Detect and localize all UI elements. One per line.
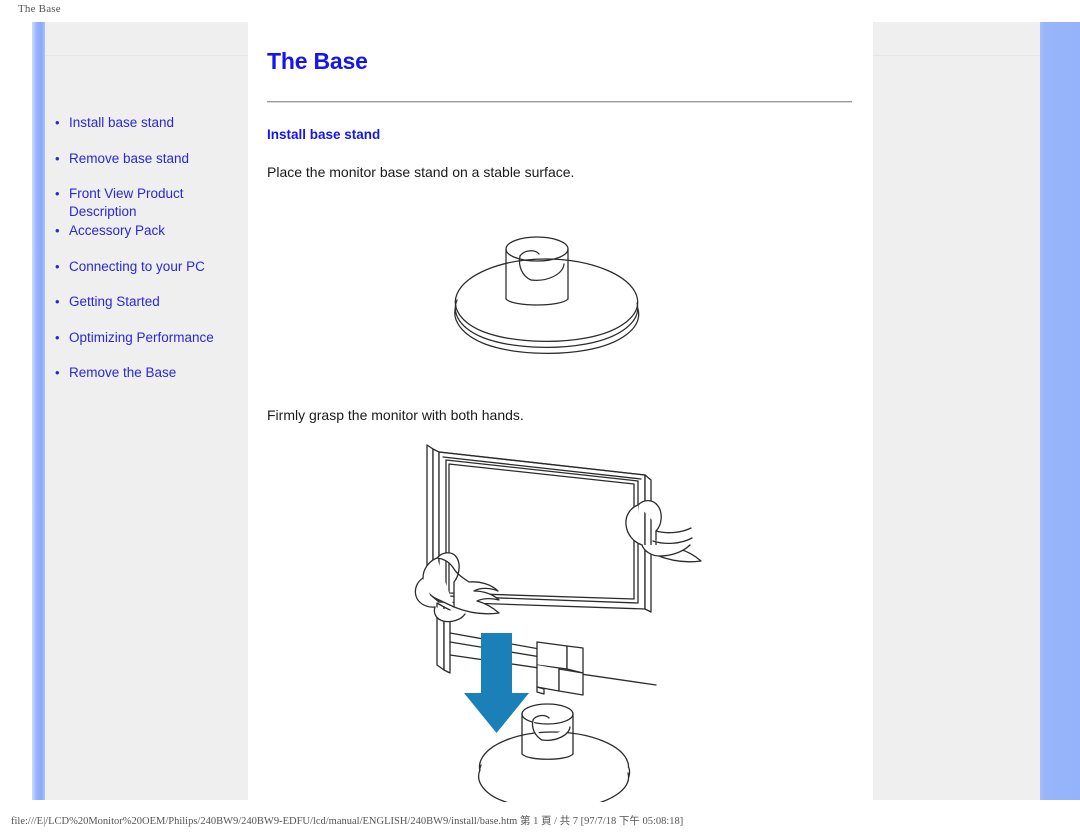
monitor-base-stand-illustration xyxy=(423,222,668,377)
sidebar-item-label: Optimizing Performance xyxy=(69,330,214,345)
bullet-icon: • xyxy=(55,151,60,166)
sidebar-item-label: Remove the Base xyxy=(69,365,177,380)
bullet-icon: • xyxy=(55,330,60,345)
right-decorative-blue-bar xyxy=(1040,22,1080,800)
page-title: The Base xyxy=(267,48,368,74)
sidebar-nav-list: • Install base stand • Remove base stand… xyxy=(55,114,248,399)
right-panel xyxy=(873,22,1040,800)
title-divider xyxy=(267,101,852,103)
sidebar-item-front-view-product-description[interactable]: • Front View Product Description xyxy=(55,185,248,221)
sidebar-item-install-base-stand[interactable]: • Install base stand xyxy=(55,114,248,132)
instruction-paragraph-2: Firmly grasp the monitor with both hands… xyxy=(267,407,524,423)
sidebar-item-accessory-pack[interactable]: • Accessory Pack xyxy=(55,222,248,240)
sidebar-item-label: Install base stand xyxy=(69,115,175,130)
browser-print-header-title: The Base xyxy=(18,3,61,15)
sidebar-item-label: Connecting to your PC xyxy=(69,259,205,274)
bullet-icon: • xyxy=(55,115,60,130)
section-heading: Install base stand xyxy=(267,127,381,142)
sidebar-item-connecting-to-your-pc[interactable]: • Connecting to your PC xyxy=(55,258,248,276)
bullet-icon: • xyxy=(55,259,60,274)
sidebar-item-label: Accessory Pack xyxy=(69,223,166,238)
sidebar-item-remove-the-base[interactable]: • Remove the Base xyxy=(55,364,248,382)
sidebar-item-label: Front View Product Description xyxy=(69,186,184,219)
bullet-icon: • xyxy=(55,294,60,309)
document-frame: • Install base stand • Remove base stand… xyxy=(0,22,1080,802)
sidebar-inner: • Install base stand • Remove base stand… xyxy=(45,22,248,800)
sidebar: • Install base stand • Remove base stand… xyxy=(45,22,248,800)
print-footer-url: file:///E|/LCD%20Monitor%20OEM/Philips/2… xyxy=(11,816,684,827)
instruction-paragraph-1: Place the monitor base stand on a stable… xyxy=(267,164,575,180)
sidebar-item-getting-started[interactable]: • Getting Started xyxy=(55,293,248,311)
downward-arrow-icon xyxy=(464,633,529,733)
bullet-icon: • xyxy=(55,186,60,201)
bullet-icon: • xyxy=(55,365,60,380)
sidebar-item-remove-base-stand[interactable]: • Remove base stand xyxy=(55,150,248,168)
sidebar-item-label: Remove base stand xyxy=(69,151,190,166)
base-stand-svg xyxy=(454,236,640,354)
bullet-icon: • xyxy=(55,223,60,238)
monitor-mounting-onto-base-illustration xyxy=(413,437,713,802)
monitor-mounting-svg xyxy=(414,444,702,802)
sidebar-item-label: Getting Started xyxy=(69,294,160,309)
sidebar-item-optimizing-performance[interactable]: • Optimizing Performance xyxy=(55,329,248,347)
main-content: The Base Install base stand Place the mo… xyxy=(248,22,873,802)
left-decorative-blue-bar xyxy=(32,22,45,800)
right-panel-divider xyxy=(873,55,1040,56)
sidebar-divider xyxy=(45,55,248,56)
